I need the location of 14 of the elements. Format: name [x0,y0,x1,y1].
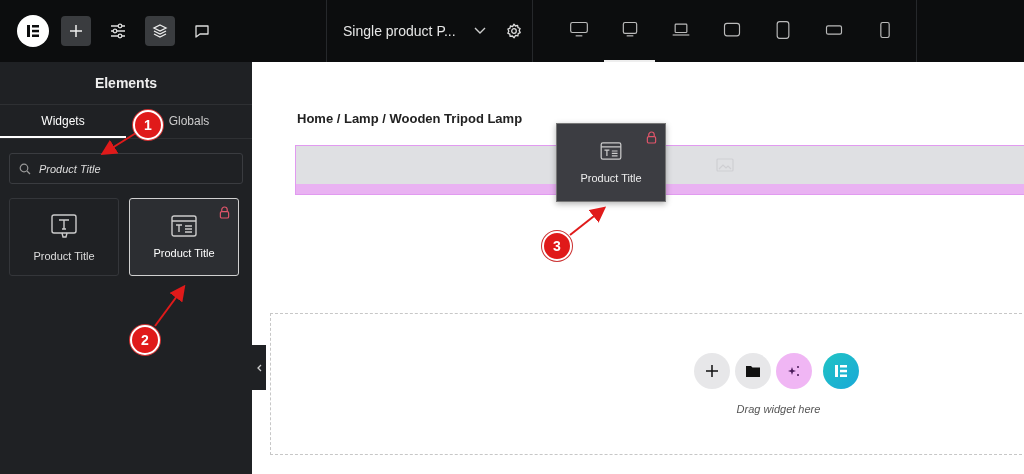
dragged-widget[interactable]: Product Title [556,123,666,202]
panel-title: Elements [94,75,158,91]
widget-card[interactable]: Product Title [9,198,119,276]
tab[interactable]: Widgets [0,105,126,138]
step-number: 2 [130,325,160,355]
step-number: 3 [542,231,572,261]
drop-hint: Drag widget here [735,403,821,415]
widget-card[interactable]: Product Title [129,198,239,276]
step-number: 1 [133,110,163,140]
breadcrumb: Home / Lamp / Wooden Tripod Lamp [297,111,523,126]
search-input[interactable]: Product Title [39,162,219,175]
widget-label: Product Title [580,171,642,184]
document-title[interactable]: Single product P... [343,23,456,39]
search-field[interactable]: Product Title [9,153,243,184]
